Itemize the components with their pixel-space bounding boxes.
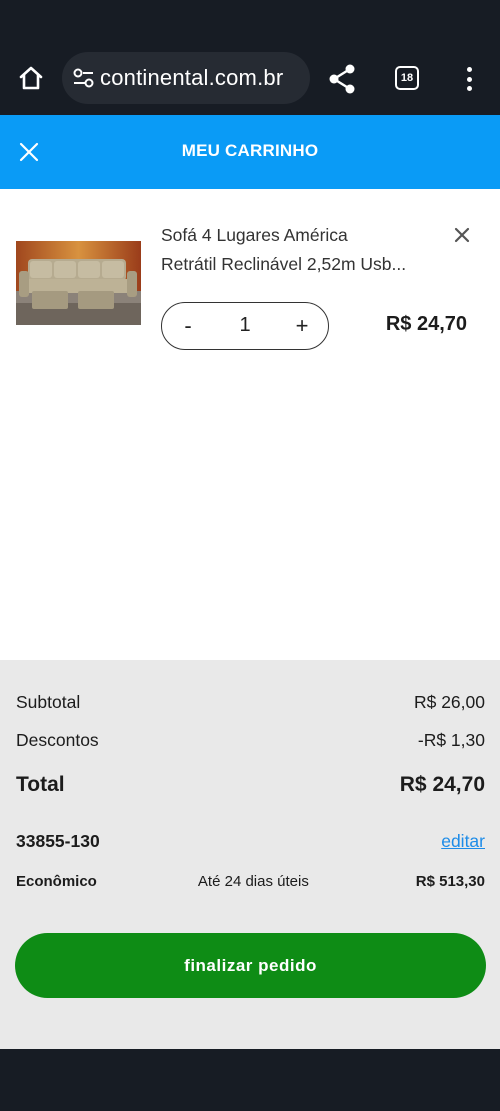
cart-item: Sofá 4 Lugares América Retrátil Reclináv… (0, 189, 500, 389)
discount-row: Descontos -R$ 1,30 (16, 730, 485, 751)
more-vert-icon[interactable] (458, 62, 480, 96)
total-value: R$ 24,70 (399, 773, 485, 796)
remove-item-icon[interactable] (452, 225, 472, 245)
tab-switcher-icon[interactable]: 18 (395, 66, 419, 90)
increase-quantity-button[interactable]: + (284, 303, 320, 348)
discount-value: -R$ 1,30 (417, 730, 485, 750)
tab-count: 18 (400, 72, 414, 84)
product-name[interactable]: Sofá 4 Lugares América Retrátil Reclináv… (161, 221, 421, 279)
item-price: R$ 24,70 (385, 313, 467, 335)
cep-value: 33855-130 (16, 831, 100, 851)
shipping-price: R$ 513,30 (415, 873, 485, 890)
decrease-quantity-button[interactable]: - (170, 303, 206, 348)
quantity-stepper: - 1 + (161, 302, 329, 350)
cart-header: MEU CARRINHO (0, 115, 500, 189)
total-label: Total (16, 773, 65, 796)
shipping-option[interactable]: Econômico Até 24 dias úteis R$ 513,30 (16, 873, 485, 890)
home-icon[interactable] (14, 60, 48, 96)
shipping-name: Econômico (16, 873, 97, 890)
subtotal-value: R$ 26,00 (413, 692, 485, 712)
share-icon[interactable] (326, 62, 360, 96)
system-navigation-bar (0, 1049, 500, 1111)
order-summary: Subtotal R$ 26,00 Descontos -R$ 1,30 Tot… (0, 660, 500, 1049)
total-row: Total R$ 24,70 (16, 773, 485, 797)
sofa-product-image[interactable] (16, 241, 141, 325)
quantity-value[interactable]: 1 (222, 303, 268, 348)
discount-label: Descontos (16, 730, 99, 750)
url-bar[interactable]: continental.com.br (62, 52, 310, 104)
cart-title: MEU CARRINHO (181, 141, 319, 160)
browser-toolbar: continental.com.br 18 (0, 0, 500, 115)
subtotal-label: Subtotal (16, 692, 81, 712)
cep-row: 33855-130 editar (16, 831, 485, 852)
edit-cep-link[interactable]: editar (441, 831, 485, 852)
product-name-line1: Sofá 4 Lugares América (161, 225, 348, 245)
checkout-button[interactable]: finalizar pedido (15, 933, 486, 998)
site-settings-icon[interactable] (72, 67, 96, 89)
subtotal-row: Subtotal R$ 26,00 (16, 692, 485, 713)
shipping-eta: Até 24 dias úteis (197, 873, 309, 890)
url-text[interactable]: continental.com.br (100, 52, 302, 104)
product-name-line2: Retrátil Reclinável 2,52m Usb... (161, 254, 407, 274)
